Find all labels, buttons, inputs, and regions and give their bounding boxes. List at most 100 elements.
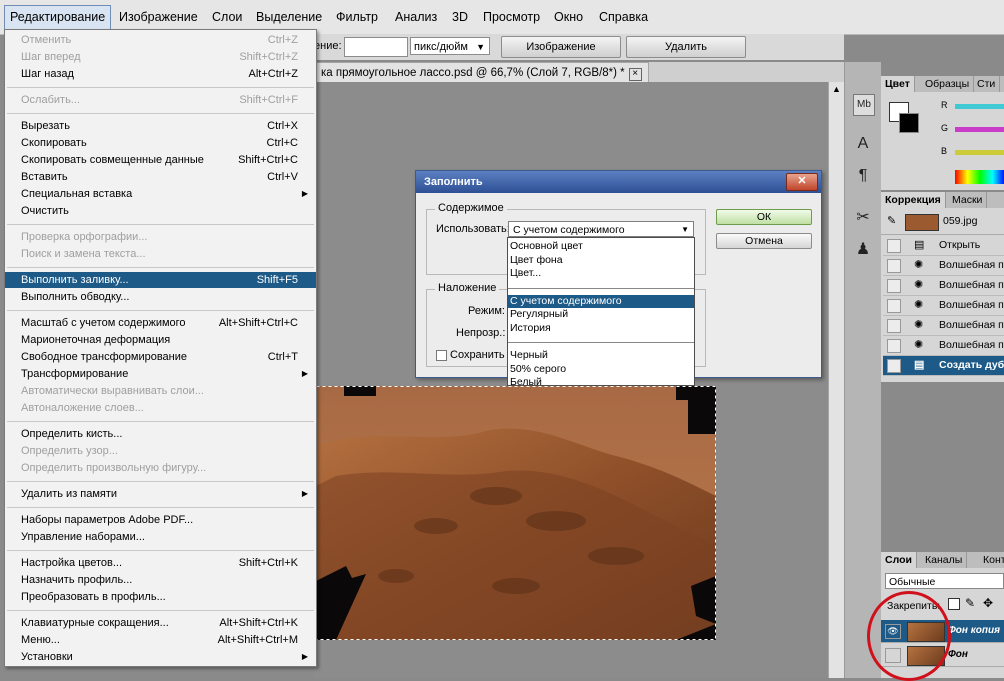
blend-mode-value: Обычные [889,576,936,588]
history-item[interactable]: ✺ Волшебная пал [883,296,1004,316]
character-icon[interactable]: A [853,134,873,154]
list-option[interactable]: С учетом содержимого [508,294,694,308]
preserve-transparency-checkbox[interactable] [436,350,447,361]
menu-item-17[interactable]: Выполнить заливку... Shift+F5 [5,272,316,288]
scroll-up-icon[interactable]: ▲ [832,84,841,94]
close-icon[interactable]: × [628,68,642,81]
history-item-checkbox[interactable] [887,299,901,313]
list-option[interactable]: Основной цвет [508,240,694,253]
menu-item-27[interactable]: Определить кисть... [5,426,316,442]
history-item-checkbox[interactable] [887,279,901,293]
list-option[interactable]: Цвет фона [508,254,694,267]
history-item-checkbox[interactable] [887,319,901,333]
delete-button[interactable]: Удалить [626,36,746,58]
history-item[interactable]: ✺ Волшебная пал [883,276,1004,296]
mini-bridge-icon[interactable]: Mb [853,94,875,116]
menu-item-31[interactable]: Удалить из памяти ▶ [5,486,316,502]
list-option[interactable]: Регулярный [508,308,694,321]
ok-button[interactable]: ОК [716,209,812,225]
document-tab[interactable]: ка прямоугольное лассо.psd @ 66,7% (Слой… [314,62,649,83]
menu-item-20[interactable]: Масштаб с учетом содержимого Alt+Shift+Ct… [5,315,316,331]
menu-item-41[interactable]: Меню... Alt+Shift+Ctrl+M [5,632,316,648]
history-item[interactable]: ▤ Открыть [883,236,1004,256]
panel-tab-3[interactable]: Сти [973,76,1001,92]
menu-item-36[interactable]: Настройка цветов... Shift+Ctrl+K [5,555,316,571]
menu-item-34[interactable]: Управление наборами... [5,529,316,545]
menu-item-10[interactable]: Вставить Ctrl+V [5,169,316,185]
background-swatch[interactable] [899,113,919,133]
panel-tab-1[interactable]: Коррекция [881,192,946,208]
menu-item-23[interactable]: Трансформирование ▶ [5,366,316,382]
panel-tab-1[interactable]: Цвет [881,76,915,92]
stamp-icon[interactable]: ♟ [853,240,873,260]
channel-r-slider[interactable] [955,104,1004,109]
menu-item-7[interactable]: Вырезать Ctrl+X [5,118,316,134]
list-option[interactable]: 50% серого [508,363,694,376]
history-item-checkbox[interactable] [887,339,901,353]
menu-9[interactable]: Окно [549,5,588,29]
menu-5[interactable]: Фильтр [331,5,383,29]
history-item[interactable]: ▤ Создать дубл [883,356,1004,376]
menu-item-21[interactable]: Марионеточная деформация [5,332,316,348]
paragraph-icon[interactable]: ¶ [853,166,873,186]
mars-photo[interactable] [316,386,716,640]
history-snapshot[interactable]: ✎ 059.jpg [881,210,1004,235]
blend-mode-select[interactable]: Обычные [885,573,1004,589]
units-select[interactable]: пикс/дюйм ▼ [410,37,490,55]
use-label: Использовать: [436,223,510,235]
menu-item-9[interactable]: Скопировать совмещенные данные Shift+Ctrl… [5,152,316,168]
menu-4[interactable]: Выделение [251,5,327,29]
tools-icon[interactable]: ✂ [853,208,873,228]
lock-brush-icon[interactable]: ✎ [965,596,975,610]
menu-10[interactable]: Справка [594,5,653,29]
menu-2[interactable]: Изображение [114,5,203,29]
history-item-label: Волшебная пал [939,299,1004,311]
menu-3[interactable]: Слои [207,5,247,29]
list-option[interactable]: Черный [508,349,694,362]
history-item-checkbox[interactable] [887,259,901,273]
menu-item-3[interactable]: Шаг назад Alt+Ctrl+Z [5,66,316,82]
menu-item-37[interactable]: Назначить профиль... [5,572,316,588]
menu-item-38[interactable]: Преобразовать в профиль... [5,589,316,605]
panel-tab-2[interactable]: Образцы [921,76,975,92]
menu-separator [7,267,314,268]
close-icon[interactable]: ✕ [786,173,818,191]
menu-item-15: Поиск и замена текста... [5,246,316,262]
panel-tab-1[interactable]: Слои [881,552,917,568]
lock-move-icon[interactable]: ✥ [983,596,993,610]
channel-b-slider[interactable] [955,150,1004,155]
history-item[interactable]: ✺ Волшебная пал [883,336,1004,356]
channel-g-slider[interactable] [955,127,1004,132]
menu-item-18[interactable]: Выполнить обводку... [5,289,316,305]
list-option[interactable]: История [508,322,694,335]
use-select[interactable]: С учетом содержимого ▼ [508,221,694,237]
color-ramp[interactable] [955,170,1004,184]
list-option-label: Черный [510,349,548,361]
history-item[interactable]: ✺ Волшебная пал [883,316,1004,336]
cancel-button[interactable]: Отмена [716,233,812,249]
history-item[interactable]: ✺ Волшебная пал [883,256,1004,276]
panel-tab-2[interactable]: Маски [948,192,988,208]
image-button[interactable]: Изображение [501,36,621,58]
menu-item-11[interactable]: Специальная вставка ▶ [5,186,316,202]
menu-item-12[interactable]: Очистить [5,203,316,219]
panel-tab-2[interactable]: Каналы [921,552,968,568]
menu-item-40[interactable]: Клавиатурные сокращения... Alt+Shift+Ctrl… [5,615,316,631]
resolution-input[interactable] [344,37,408,57]
menu-item-42[interactable]: Установки ▶ [5,649,316,665]
history-item-checkbox[interactable] [887,359,901,373]
submenu-arrow-icon: ▶ [301,489,308,498]
list-option[interactable]: Белый [508,376,694,389]
panel-tab-3[interactable]: Конт [979,552,1004,568]
menu-7[interactable]: 3D [447,5,473,29]
menu-1[interactable]: Редактирование [4,5,112,31]
lock-transparency-icon[interactable] [948,598,960,610]
menu-item-33[interactable]: Наборы параметров Adobe PDF... [5,512,316,528]
menu-item-8[interactable]: Скопировать Ctrl+C [5,135,316,151]
list-option[interactable]: Цвет... [508,267,694,280]
menu-item-22[interactable]: Свободное трансформирование Ctrl+T [5,349,316,365]
history-item-checkbox[interactable] [887,239,901,253]
menu-6[interactable]: Анализ [390,5,442,29]
menu-8[interactable]: Просмотр [478,5,545,29]
vertical-scrollbar[interactable]: ▲ [828,82,845,678]
